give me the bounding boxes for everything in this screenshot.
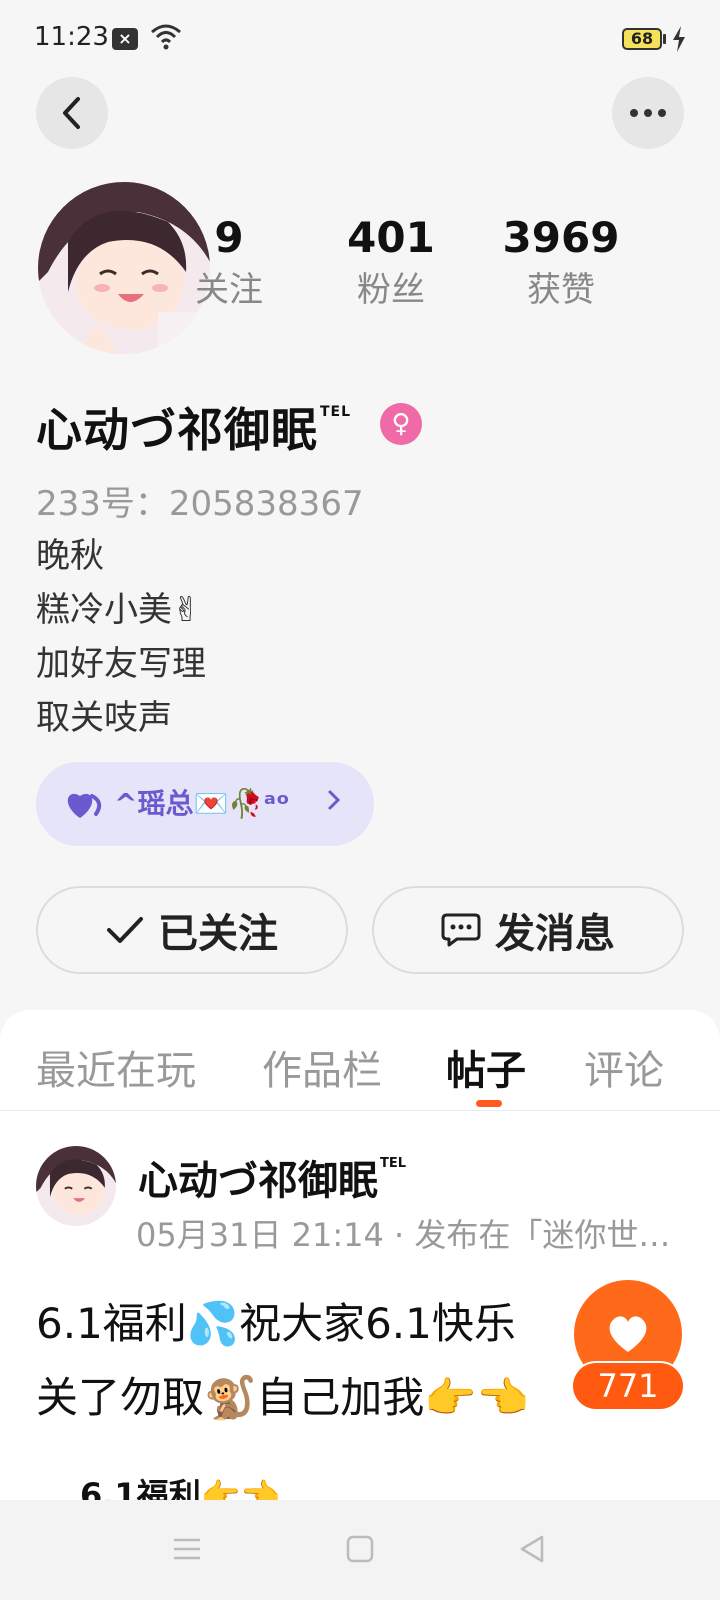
tab-comments[interactable]: 评论 (584, 1038, 664, 1096)
stat-following-value: 9 (214, 213, 244, 262)
stat-following-label: 关注 (195, 270, 263, 310)
post-meta[interactable]: 05月31日 21:14 · 发布在「迷你世… (136, 1210, 696, 1256)
check-icon (107, 917, 143, 943)
stat-following[interactable]: 9 关注 (154, 213, 304, 311)
home-icon[interactable] (346, 1534, 374, 1568)
message-button[interactable]: 发消息 (372, 886, 684, 974)
menu-icon[interactable] (172, 1534, 202, 1568)
follow-button-label: 已关注 (158, 911, 278, 957)
charging-icon (672, 26, 686, 56)
relationship-chip-label: ^瑶总💌🥀ᵃᵒ (114, 787, 290, 820)
bio-line: 晚秋 (36, 536, 104, 576)
tab-divider (0, 1110, 720, 1111)
stat-followers-label: 粉丝 (357, 270, 425, 310)
battery-nub (663, 34, 666, 44)
wifi-icon (150, 22, 182, 54)
tab-works[interactable]: 作品栏 (262, 1038, 382, 1096)
back-button[interactable] (36, 77, 108, 149)
more-icon (630, 109, 666, 117)
post-author-avatar[interactable] (36, 1146, 116, 1226)
active-tab-indicator (476, 1100, 502, 1107)
status-time: 11:23 (34, 22, 109, 52)
chevron-right-icon (326, 788, 342, 816)
battery-indicator: 68 (622, 28, 662, 50)
notification-icon: × (112, 28, 138, 50)
post-author-text: 心动づ祁御眠 (138, 1158, 378, 1204)
stat-followers-value: 401 (347, 213, 435, 262)
tab-posts[interactable]: 帖子 (446, 1038, 526, 1096)
heart-icon (609, 1316, 647, 1352)
post-author-name[interactable]: 心动づ祁御眠 TEL (138, 1148, 406, 1206)
profile-nickname: 心动づ祁御眠 TEL (36, 394, 351, 460)
stat-likes-label: 获赞 (527, 270, 595, 310)
heart-icon (66, 790, 104, 824)
user-id[interactable]: 233号：205838367 (36, 476, 364, 525)
bio-line: 加好友写理 (36, 644, 206, 684)
tab-recently-played[interactable]: 最近在玩 (36, 1038, 196, 1096)
post-text-line[interactable]: 6.1福利💦祝大家6.1快乐 (36, 1290, 516, 1351)
chat-icon (441, 913, 481, 947)
nickname-text: 心动づ祁御眠 (36, 403, 318, 457)
bio-line: 糕冷小美✌ (36, 590, 201, 630)
stat-followers[interactable]: 401 粉丝 (316, 213, 466, 311)
stat-likes[interactable]: 3969 获赞 (486, 213, 636, 311)
chevron-left-icon (63, 97, 80, 129)
message-button-label: 发消息 (495, 911, 615, 957)
post-author-suffix: TEL (380, 1156, 407, 1171)
like-count: 771 (573, 1363, 683, 1409)
follow-button[interactable]: 已关注 (36, 886, 348, 974)
bio-line: 取关吱声 (36, 698, 172, 738)
back-triangle-icon[interactable] (518, 1534, 546, 1568)
female-icon: ♀ (380, 403, 422, 445)
stat-likes-value: 3969 (502, 213, 620, 262)
more-options-button[interactable] (612, 77, 684, 149)
post-text-line[interactable]: 关了勿取🐒自己加我👉👈 (36, 1364, 529, 1425)
nickname-suffix: TEL (320, 404, 352, 420)
